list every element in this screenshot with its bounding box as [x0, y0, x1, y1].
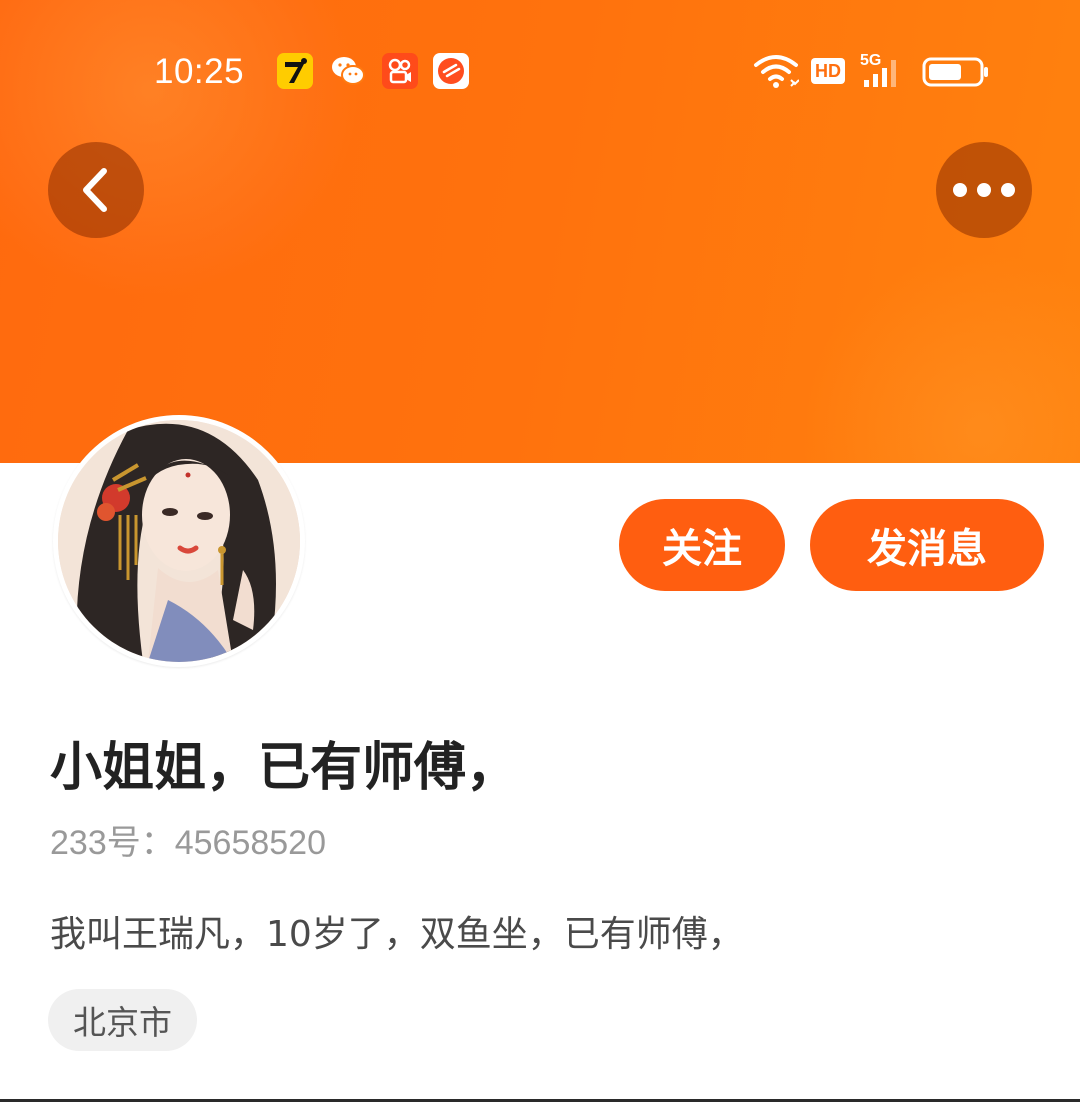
banner-glow	[800, 250, 1080, 463]
profile-header-banner: 10:25 HD 5G	[0, 0, 1080, 463]
5g-signal-icon: 5G	[860, 52, 910, 92]
hd-label: HD	[815, 60, 841, 81]
status-time: 10:25	[154, 52, 245, 91]
wifi-icon	[753, 52, 800, 94]
browser-app-icon	[433, 53, 469, 89]
location-tag[interactable]: 北京市	[48, 989, 197, 1051]
wechat-icon	[330, 54, 366, 92]
profile-bio: 我叫王瑞凡，10岁了，双鱼坐，已有师傅，	[50, 914, 744, 955]
more-dots-icon	[953, 183, 1015, 197]
avatar-image	[58, 420, 300, 662]
more-button[interactable]	[936, 142, 1032, 238]
profile-id: 233号：45658520	[50, 824, 327, 862]
battery-icon	[922, 57, 990, 91]
follow-label: 关注	[662, 526, 742, 572]
qimao-app-icon	[277, 53, 313, 89]
avatar[interactable]	[53, 415, 305, 667]
status-bar: 10:25 HD 5G	[0, 40, 1080, 104]
hd-icon: HD	[811, 58, 845, 84]
send-message-label: 发消息	[867, 526, 987, 572]
chevron-left-icon	[83, 168, 107, 212]
network-label: 5G	[860, 52, 882, 69]
follow-button[interactable]: 关注	[619, 499, 785, 591]
location-tag-label: 北京市	[73, 1003, 172, 1042]
kuaishou-icon	[382, 53, 418, 89]
send-message-button[interactable]: 发消息	[810, 499, 1044, 591]
profile-name: 小姐姐，已有师傅，	[50, 738, 519, 798]
back-button[interactable]	[48, 142, 144, 238]
